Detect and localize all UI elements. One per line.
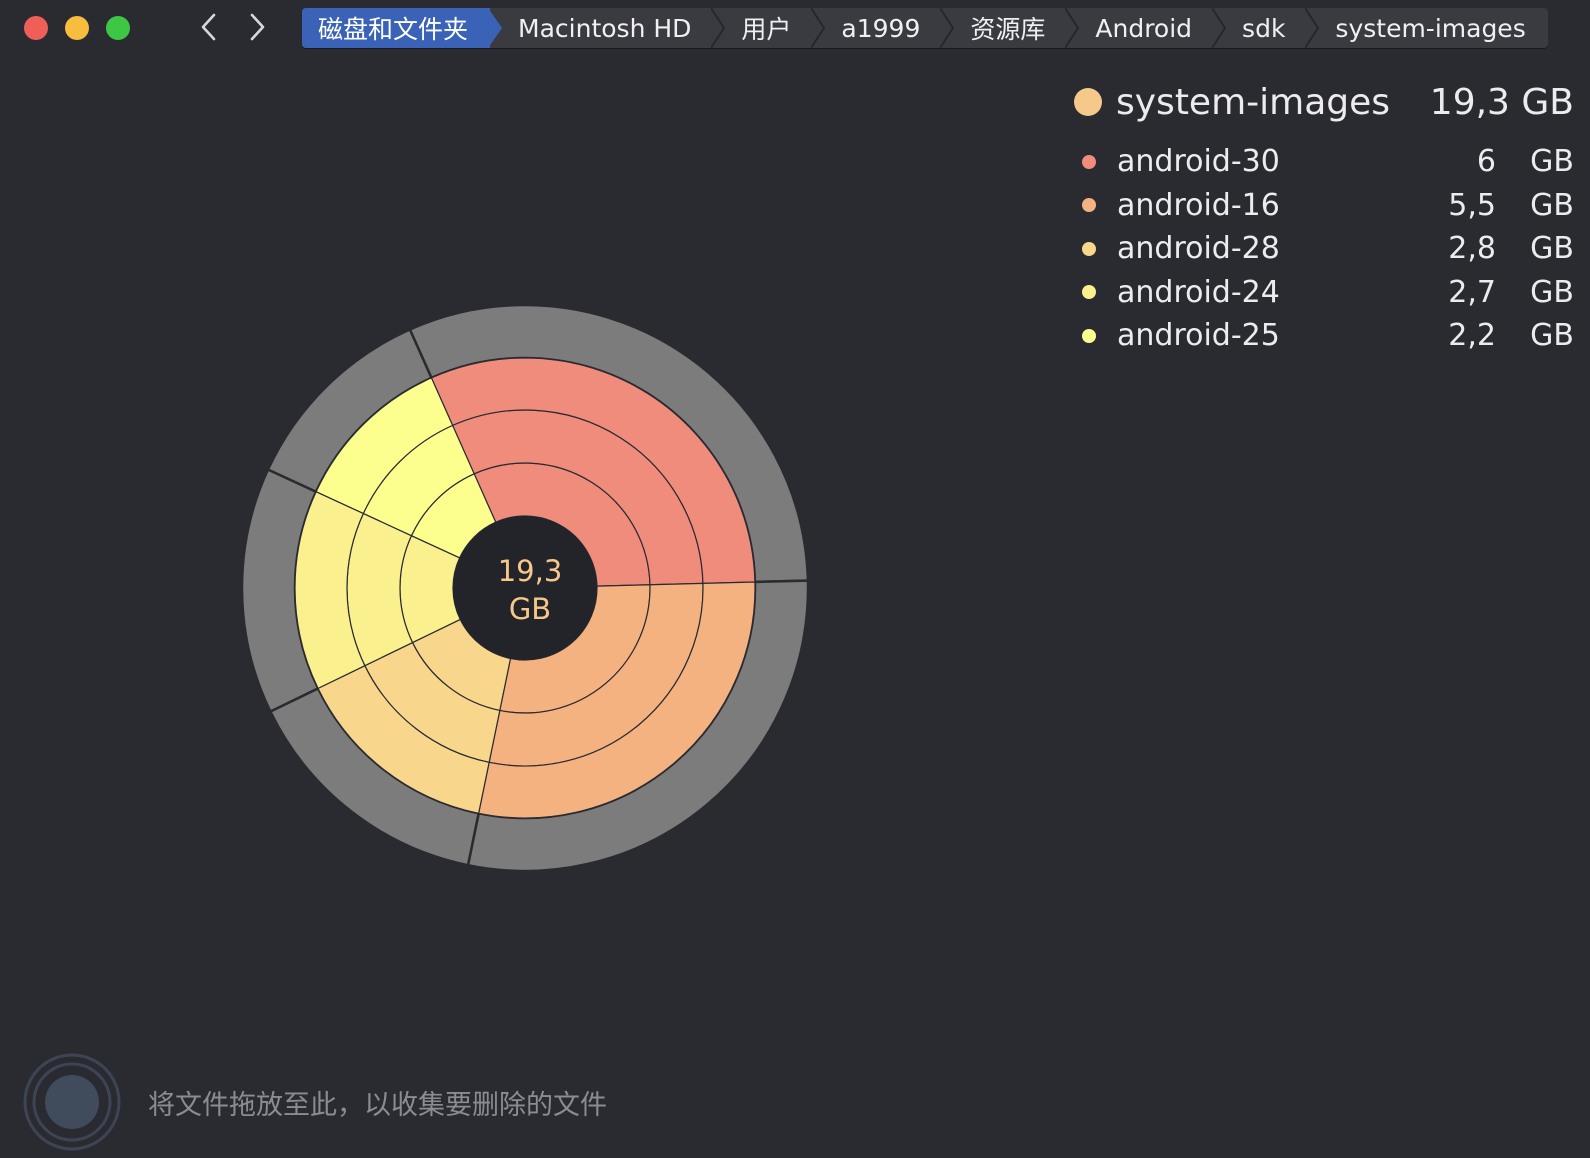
breadcrumb-separator — [711, 8, 726, 48]
legend-color-dot — [1082, 198, 1096, 213]
legend-item[interactable]: android-25 2,2 GB — [1074, 314, 1574, 358]
legend-item-size: 2,7 — [1448, 274, 1496, 310]
sunburst-center[interactable] — [453, 516, 597, 660]
legend-color-dot — [1082, 328, 1096, 343]
legend-header-size: 19,3 GB — [1429, 81, 1574, 123]
size-legend: system-images 19,3 GB android-30 6 GB an… — [1074, 78, 1574, 358]
close-button[interactable] — [24, 16, 48, 40]
legend-item-name: android-24 — [1117, 274, 1280, 310]
drop-zone[interactable]: 将文件拖放至此，以收集要删除的文件 — [22, 1052, 607, 1152]
legend-item-unit: GB — [1530, 318, 1574, 354]
drop-target-icon[interactable] — [22, 1052, 122, 1152]
breadcrumb-label: sdk — [1242, 13, 1286, 43]
legend-item[interactable]: android-24 2,7 GB — [1074, 271, 1574, 315]
legend-item-size: 2,8 — [1448, 231, 1496, 267]
legend-item[interactable]: android-30 6 GB — [1074, 140, 1574, 184]
legend-item[interactable]: android-16 5,5 GB — [1074, 184, 1574, 228]
breadcrumb-separator — [488, 8, 503, 48]
breadcrumb-separator — [1065, 8, 1080, 48]
breadcrumb-item-macintosh-hd[interactable]: Macintosh HD — [490, 8, 726, 48]
legend-header-name: system-images — [1116, 81, 1391, 123]
breadcrumb-label: Android — [1095, 13, 1193, 43]
back-button[interactable] — [192, 10, 226, 44]
legend-list: android-30 6 GB android-16 5,5 GB androi… — [1074, 140, 1574, 358]
breadcrumb: 磁盘和文件夹 Macintosh HD 用户 a1999 资源库 Android… — [302, 8, 1548, 48]
breadcrumb-label: 磁盘和文件夹 — [318, 15, 469, 44]
breadcrumb-separator — [1212, 8, 1227, 48]
breadcrumb-item-library[interactable]: 资源库 — [942, 8, 1080, 48]
legend-item-unit: GB — [1530, 187, 1574, 223]
legend-item-size: 6 — [1476, 144, 1496, 180]
breadcrumb-separator — [1305, 8, 1320, 48]
chevron-left-icon — [201, 13, 216, 41]
sunburst-chart[interactable]: 19,3 GB — [240, 300, 820, 880]
legend-header[interactable]: system-images 19,3 GB — [1074, 78, 1574, 126]
breadcrumb-label: 资源库 — [970, 15, 1046, 44]
legend-item-unit: GB — [1530, 144, 1574, 180]
app-window: 磁盘和文件夹 Macintosh HD 用户 a1999 资源库 Android… — [0, 0, 1590, 1158]
zoom-button[interactable] — [106, 16, 130, 40]
legend-item-name: android-16 — [1117, 187, 1280, 223]
breadcrumb-label: a1999 — [841, 13, 921, 43]
window-controls — [24, 16, 130, 40]
legend-item-size: 2,2 — [1448, 318, 1496, 354]
breadcrumb-item-disks[interactable]: 磁盘和文件夹 — [302, 8, 503, 48]
legend-item-unit: GB — [1530, 231, 1574, 267]
navigation-arrows — [192, 10, 274, 44]
legend-item[interactable]: android-28 2,8 GB — [1074, 227, 1574, 271]
legend-color-dot — [1082, 154, 1096, 169]
legend-item-name: android-30 — [1117, 144, 1280, 180]
breadcrumb-item-users[interactable]: 用户 — [713, 8, 826, 48]
legend-color-dot — [1074, 88, 1102, 116]
legend-item-size: 5,5 — [1448, 187, 1496, 223]
breadcrumb-item-a1999[interactable]: a1999 — [813, 8, 955, 48]
minimize-button[interactable] — [65, 16, 89, 40]
legend-color-dot — [1082, 285, 1096, 300]
chevron-right-icon — [250, 13, 265, 41]
legend-color-dot — [1082, 241, 1096, 256]
breadcrumb-item-system-images[interactable]: system-images — [1307, 8, 1547, 48]
breadcrumb-separator — [811, 8, 826, 48]
drop-zone-hint: 将文件拖放至此，以收集要删除的文件 — [148, 1089, 607, 1121]
breadcrumb-separator — [940, 8, 955, 48]
sunburst-svg[interactable] — [240, 300, 820, 880]
legend-item-unit: GB — [1530, 274, 1574, 310]
breadcrumb-label: system-images — [1335, 13, 1526, 43]
breadcrumb-label: Macintosh HD — [518, 13, 692, 43]
legend-item-name: android-28 — [1117, 231, 1280, 267]
legend-item-name: android-25 — [1117, 318, 1280, 354]
breadcrumb-item-sdk[interactable]: sdk — [1214, 8, 1320, 48]
forward-button[interactable] — [240, 10, 274, 44]
breadcrumb-label: 用户 — [741, 15, 792, 44]
breadcrumb-item-android[interactable]: Android — [1067, 8, 1227, 48]
